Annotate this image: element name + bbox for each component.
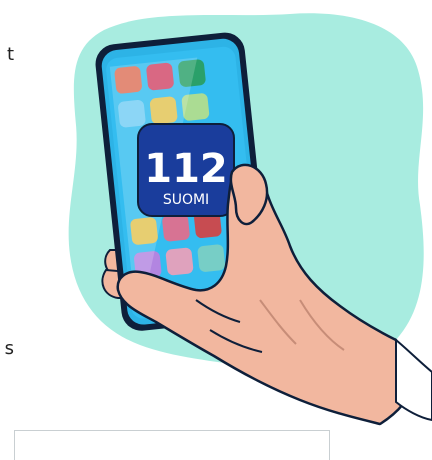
badge-number: 112 [144,146,228,192]
content-box-edge [14,430,330,460]
phone-in-hand-illustration: 112 SUOMI [68,13,432,426]
badge-country: SUOMI [163,192,209,208]
emergency-112-badge: 112 SUOMI [137,123,235,217]
